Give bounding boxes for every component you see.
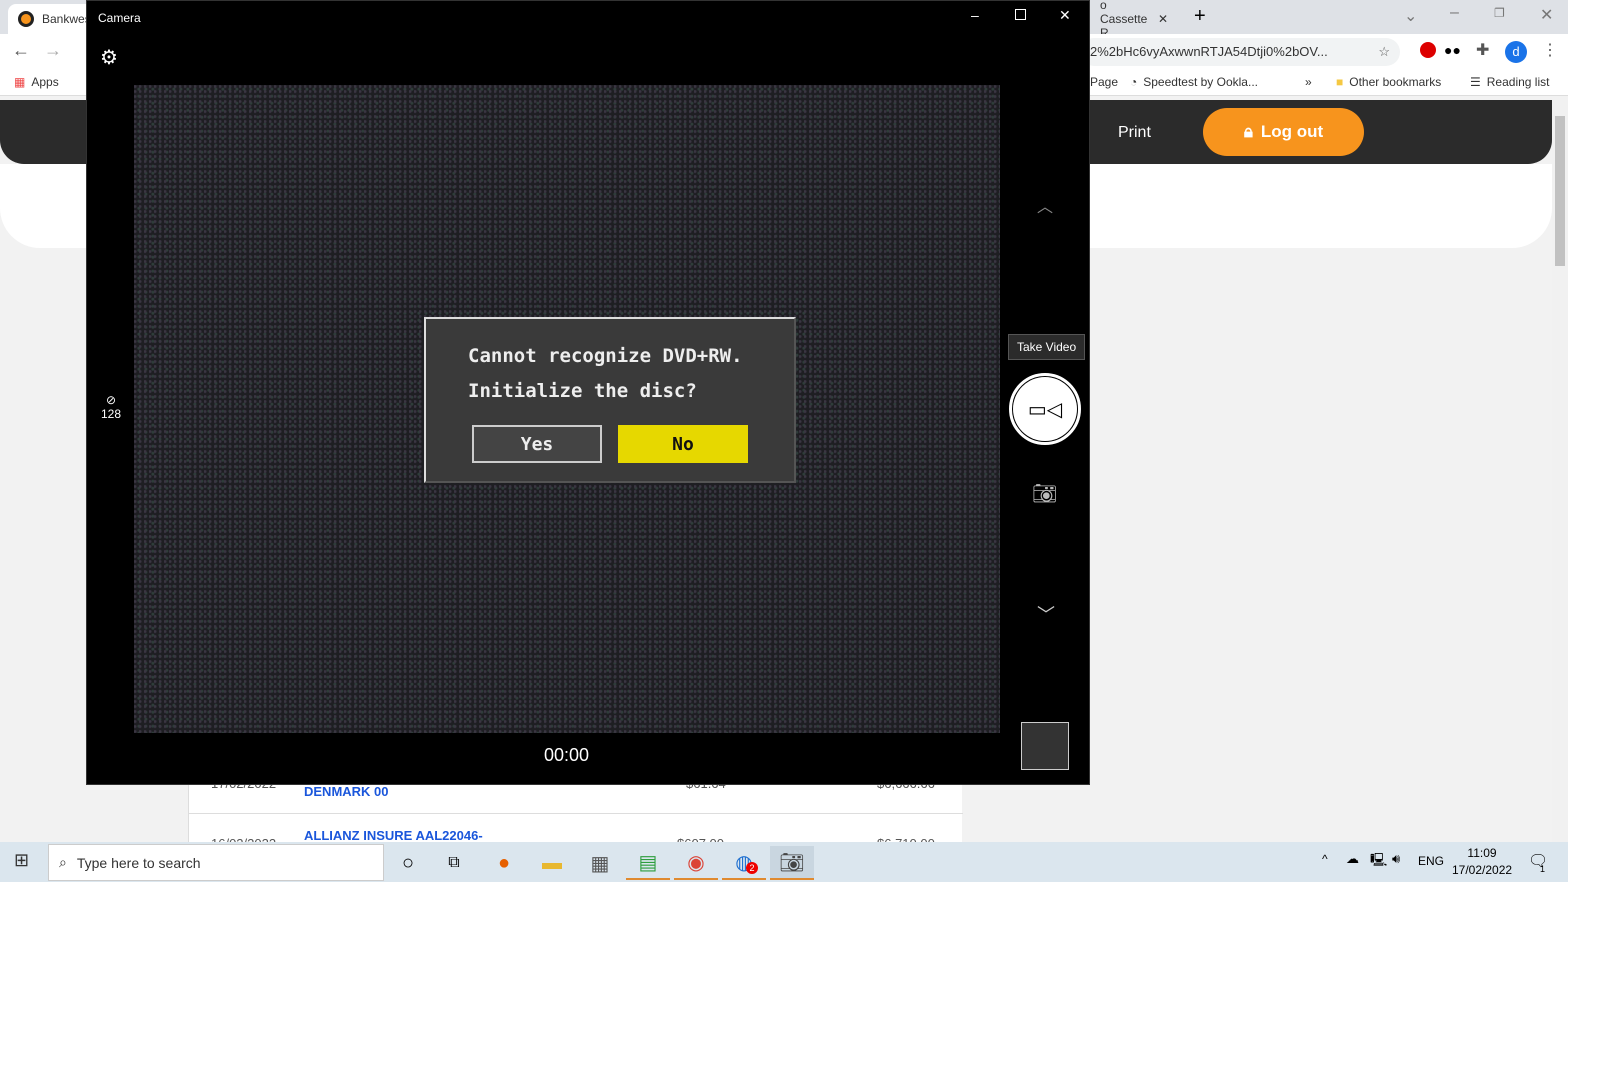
new-tab-button[interactable]: + — [1194, 5, 1206, 28]
lock-icon: 🔒︎ — [1243, 122, 1253, 141]
extensions-puzzle-icon[interactable]: ✚ — [1476, 40, 1489, 60]
chevron-up-icon[interactable]: ^ — [1322, 852, 1328, 866]
chevron-up-icon[interactable]: ︿ — [1037, 193, 1053, 217]
bookmark-speedtest[interactable]: ◔ Speedtest by Ookla... — [1130, 75, 1258, 89]
exposure-icon: ⊘ — [105, 393, 117, 407]
bookmark-page[interactable]: Page — [1090, 75, 1118, 89]
back-icon[interactable]: ← — [12, 40, 30, 61]
spreadsheet-icon[interactable]: ▤ — [626, 846, 670, 880]
camera-preview: Cannot recognize DVD+RW. Initialize the … — [134, 85, 1000, 733]
extension-icon[interactable]: ●● — [1444, 42, 1461, 58]
profile-avatar[interactable]: d — [1505, 41, 1527, 63]
camera-close-button[interactable]: ✕ — [1059, 7, 1071, 24]
cortana-icon[interactable]: ○ — [386, 846, 430, 880]
apps-grid-icon: ▦ — [14, 75, 26, 89]
settings-gear-icon[interactable]: ⚙ — [100, 45, 118, 70]
search-icon: ⌕ — [59, 854, 67, 870]
onedrive-icon[interactable]: ☁ — [1346, 851, 1359, 867]
clock[interactable]: 11:09 17/02/2022 — [1452, 846, 1512, 877]
notification-icon[interactable]: 🗨︎ — [1528, 851, 1548, 871]
adblock-icon[interactable] — [1420, 42, 1436, 58]
window-title: Camera — [98, 11, 141, 25]
bookmark-star-icon[interactable]: ☆ — [1378, 38, 1390, 66]
calculator-icon[interactable]: ▦ — [578, 846, 622, 880]
exposure-control[interactable]: ⊘ 128 — [97, 393, 125, 421]
firefox-icon[interactable]: ● — [482, 846, 526, 880]
chevron-down-icon[interactable]: ﹀ — [1037, 601, 1055, 627]
recording-timer: 00:00 — [544, 745, 590, 765]
reading-list[interactable]: ☰ Reading list — [1470, 75, 1549, 89]
folder-icon: ■ — [1336, 75, 1344, 89]
mail-badge: 2 — [746, 862, 758, 874]
language-indicator[interactable]: ENG — [1418, 854, 1444, 868]
bookmark-apps[interactable]: ▦ Apps — [14, 75, 59, 89]
preview-dvd-dialog: Cannot recognize DVD+RW. Initialize the … — [424, 317, 796, 483]
notification-count: 1 — [1540, 864, 1546, 874]
restore-button[interactable]: ❐ — [1494, 6, 1505, 20]
video-camera-icon: ▭◁ — [1013, 377, 1077, 441]
taskbar-search-input[interactable]: ⌕ Type here to search — [48, 844, 384, 881]
bankwest-icon — [18, 11, 34, 27]
volume-icon[interactable]: 🔊︎ — [1392, 851, 1400, 867]
close-tab-icon[interactable]: ✕ — [1158, 12, 1168, 26]
logout-button[interactable]: 🔒︎ Log out — [1203, 108, 1364, 156]
address-bar[interactable]: 2%2bHc6vyAxwwnRTJA54Dtji0%2bOV... ☆ — [1080, 38, 1400, 66]
menu-icon[interactable]: ⋮ — [1542, 40, 1558, 60]
camera-maximize-button[interactable] — [1015, 9, 1026, 20]
print-link[interactable]: Print — [1118, 124, 1151, 142]
scrollbar-thumb[interactable] — [1555, 116, 1565, 266]
camera-app-window: Camera – ✕ ⚙ ⊘ 128 Cannot recognize DVD+R… — [86, 0, 1090, 785]
reading-list-icon: ☰ — [1470, 75, 1481, 89]
task-view-icon[interactable]: ⧉ — [432, 846, 476, 880]
chrome-icon[interactable]: ◉ — [674, 846, 718, 880]
camera-minimize-button[interactable]: – — [971, 7, 979, 23]
close-button[interactable]: ✕ — [1540, 5, 1553, 25]
tab-search-icon[interactable]: ⌄ — [1404, 6, 1417, 26]
bookmarks-overflow[interactable]: » — [1305, 75, 1312, 89]
tooltip: Take Video — [1008, 334, 1086, 360]
gallery-thumbnail[interactable] — [1021, 722, 1069, 770]
forward-icon[interactable]: → — [44, 40, 62, 61]
camera-app-icon[interactable]: 📷︎ — [770, 846, 814, 880]
page-scrollbar[interactable] — [1552, 100, 1568, 842]
windows-start-icon[interactable]: ⊞ — [14, 850, 29, 871]
tab-cassette[interactable]: o Cassette R ✕ — [1090, 0, 1178, 40]
bookmark-other[interactable]: ■ Other bookmarks — [1336, 75, 1441, 89]
photo-camera-icon[interactable]: 📷︎ — [1032, 481, 1057, 506]
speedometer-icon: ◔ — [1130, 75, 1138, 89]
file-explorer-icon[interactable]: ▬ — [530, 846, 574, 880]
minimize-button[interactable]: – — [1450, 4, 1459, 22]
network-icon[interactable]: 🖳︎ — [1370, 851, 1387, 873]
mail-icon[interactable]: ◍ 2 — [722, 846, 766, 880]
take-video-button[interactable]: ▭◁ — [1009, 373, 1081, 445]
